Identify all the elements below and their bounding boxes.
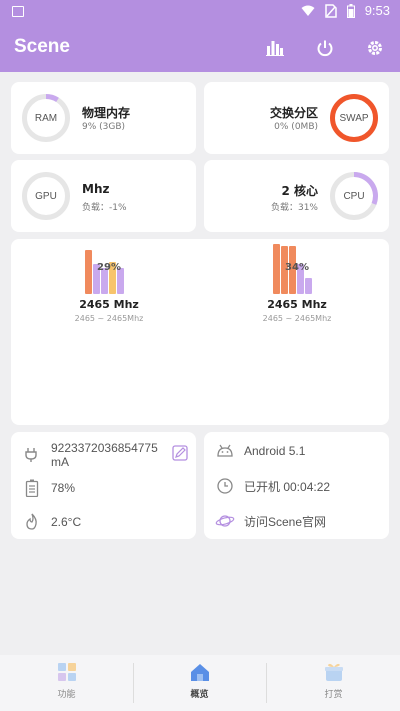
cpu-card[interactable]: 2 核心 负载：31% CPU (204, 160, 389, 232)
ram-sub: 9% (3GB) (82, 122, 126, 132)
cluster-1-bars: 34% (273, 242, 321, 294)
current-value: 9223372036854775 (51, 441, 158, 455)
gpu-title: Mhz (82, 182, 110, 196)
battery-level-row: 78% (11, 472, 196, 504)
edit-icon (172, 445, 188, 461)
bottom-nav: 功能 概览 打赏 (0, 655, 400, 711)
cpu-ring: CPU (330, 172, 378, 220)
gear-icon (368, 41, 382, 55)
power-icon (317, 40, 333, 57)
cluster-0[interactable]: 29% 2465 Mhz 2465 ~ 2465Mhz (49, 246, 169, 323)
cluster-0-range: 2465 ~ 2465Mhz (74, 314, 144, 323)
cluster-0-bars: 29% (85, 246, 133, 294)
cluster-1-range: 2465 ~ 2465Mhz (262, 314, 332, 323)
gpu-card[interactable]: GPU Mhz 负载：-1% (11, 160, 196, 232)
ram-card[interactable]: RAM 物理内存 9% (3GB) (11, 82, 196, 154)
ram-title: 物理内存 (82, 106, 131, 120)
gpu-ring-label: GPU (35, 190, 57, 202)
cluster-1[interactable]: 34% 2465 Mhz 2465 ~ 2465Mhz (237, 242, 357, 323)
uptime: 已开机 00:04:22 (244, 479, 331, 494)
ram-ring: RAM (22, 94, 70, 142)
cluster-0-freq: 2465 Mhz (79, 298, 139, 311)
chart-button[interactable] (263, 36, 287, 60)
power-button[interactable] (313, 36, 337, 60)
visit-site-row[interactable]: 访问Scene官网 (204, 505, 389, 537)
cpu-clusters-card: 29% 2465 Mhz 2465 ~ 2465Mhz 34% 2465 Mhz… (11, 239, 389, 425)
nav-overview-label: 概览 (190, 690, 209, 700)
current-row: 9223372036854775 mA (11, 436, 196, 474)
home-icon (190, 664, 209, 681)
ram-ring-label: RAM (34, 112, 58, 124)
app-bar: Scene (0, 24, 400, 72)
status-bar: 9:53 (0, 0, 400, 24)
swap-title: 交换分区 (269, 106, 318, 120)
bar-chart-icon (266, 41, 284, 56)
swap-ring: SWAP (330, 94, 378, 142)
battery-level: 78% (51, 481, 76, 495)
gpu-sub: 负载：-1% (82, 203, 127, 213)
battery-icon (346, 3, 355, 18)
app-title: Scene (14, 36, 70, 57)
settings-button[interactable] (363, 36, 387, 60)
grid-icon (57, 663, 76, 681)
battery-card[interactable]: 9223372036854775 mA 78% 2.6°C (11, 432, 196, 539)
current-unit: mA (51, 455, 69, 469)
flame-icon (21, 511, 43, 533)
temperature-row: 2.6°C (11, 506, 196, 538)
nav-donate[interactable]: 打赏 (267, 661, 400, 700)
battery-temp: 2.6°C (51, 515, 82, 529)
cpu-title: 2 核心 (281, 184, 318, 198)
no-sim-icon (324, 3, 337, 18)
swap-card[interactable]: 交换分区 0% (0MB) SWAP (204, 82, 389, 154)
edit-button[interactable] (172, 445, 188, 465)
plug-icon (21, 444, 43, 466)
planet-icon (214, 510, 236, 532)
android-version: Android 5.1 (244, 444, 306, 458)
nav-donate-label: 打赏 (324, 690, 343, 700)
android-icon (214, 440, 236, 462)
nav-overview[interactable]: 概览 (133, 661, 266, 700)
nav-features-label: 功能 (57, 690, 76, 700)
swap-ring-label: SWAP (339, 112, 369, 124)
cluster-1-freq: 2465 Mhz (267, 298, 327, 311)
uptime-row: 已开机 00:04:22 (204, 470, 389, 502)
nav-features[interactable]: 功能 (0, 661, 133, 700)
cluster-0-percent: 29% (97, 262, 121, 273)
status-time: 9:53 (364, 3, 390, 18)
cluster-1-percent: 34% (285, 262, 309, 273)
android-row: Android 5.1 (204, 435, 389, 467)
cpu-sub: 负载：31% (270, 203, 318, 213)
clock-icon (214, 475, 236, 497)
swap-sub: 0% (0MB) (274, 122, 318, 132)
core-bar (305, 278, 312, 294)
gpu-ring: GPU (22, 172, 70, 220)
system-card: Android 5.1 已开机 00:04:22 访问Scene官网 (204, 432, 389, 539)
cpu-ring-label: CPU (343, 190, 365, 202)
gallery-notification-icon (12, 6, 24, 17)
wifi-icon (301, 5, 315, 16)
visit-site-link[interactable]: 访问Scene官网 (244, 513, 326, 530)
usage-arc (45, 94, 59, 103)
battery-level-icon (21, 477, 43, 499)
gift-icon (324, 663, 343, 681)
